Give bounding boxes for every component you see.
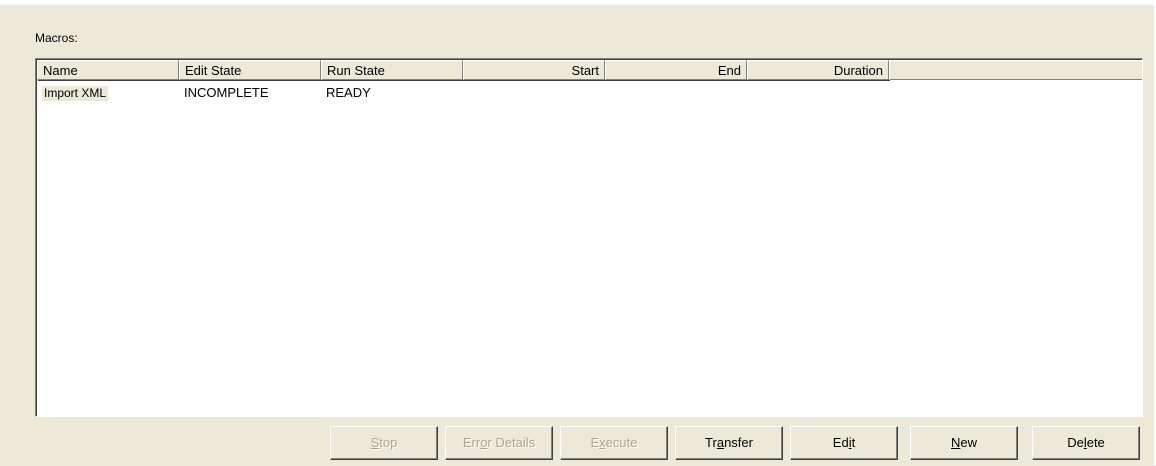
execute-button-label-post: ecute xyxy=(605,435,638,450)
delete-button-label-pre: De xyxy=(1067,435,1084,450)
cell-name-text: Import XML xyxy=(42,86,109,101)
cell-edit-state: INCOMPLETE xyxy=(184,85,269,100)
cell-run-state: READY xyxy=(326,85,371,100)
transfer-button-accel: a xyxy=(716,435,725,450)
cell-end xyxy=(605,84,747,102)
macros-list[interactable]: Name Edit State Run State Start End Dura… xyxy=(35,58,1143,417)
new-button[interactable]: New xyxy=(910,426,1018,460)
cell-name: Import XML xyxy=(37,84,179,102)
macros-label: Macros: xyxy=(35,31,78,45)
delete-button[interactable]: Delete xyxy=(1032,426,1140,460)
cell-duration xyxy=(747,84,889,102)
column-header-duration[interactable]: Duration xyxy=(747,60,889,80)
new-button-accel: N xyxy=(950,435,961,450)
error-details-button[interactable]: Error Details xyxy=(445,426,553,460)
edit-button-label-pre: Ed xyxy=(832,435,849,450)
column-header-filler xyxy=(889,60,1142,80)
transfer-button-label-pre: Tr xyxy=(705,435,717,450)
error-details-button-label-post: r Details xyxy=(487,435,536,450)
column-header-edit-state[interactable]: Edit State xyxy=(179,60,321,80)
transfer-button[interactable]: Transfer xyxy=(675,426,783,460)
stop-button-accel: S xyxy=(370,435,380,450)
transfer-button-label-post: nsfer xyxy=(724,435,753,450)
column-header-start[interactable]: Start xyxy=(463,60,605,80)
error-details-button-label-pre: Err xyxy=(462,435,481,450)
execute-button-label-pre: E xyxy=(590,435,600,450)
stop-button[interactable]: Stop xyxy=(330,426,438,460)
column-header-end[interactable]: End xyxy=(605,60,747,80)
list-header: Name Edit State Run State Start End Dura… xyxy=(37,60,1142,80)
cell-start xyxy=(463,84,605,102)
edit-button[interactable]: Edit xyxy=(790,426,898,460)
execute-button[interactable]: Execute xyxy=(560,426,668,460)
stop-button-label-post: top xyxy=(379,435,398,450)
edit-button-label-post: t xyxy=(851,435,856,450)
new-button-label-post: ew xyxy=(960,435,977,450)
column-header-name[interactable]: Name xyxy=(37,60,179,80)
table-row[interactable]: Import XML INCOMPLETE READY xyxy=(37,84,889,102)
column-header-run-state[interactable]: Run State xyxy=(321,60,463,80)
delete-button-label-post: ete xyxy=(1086,435,1105,450)
